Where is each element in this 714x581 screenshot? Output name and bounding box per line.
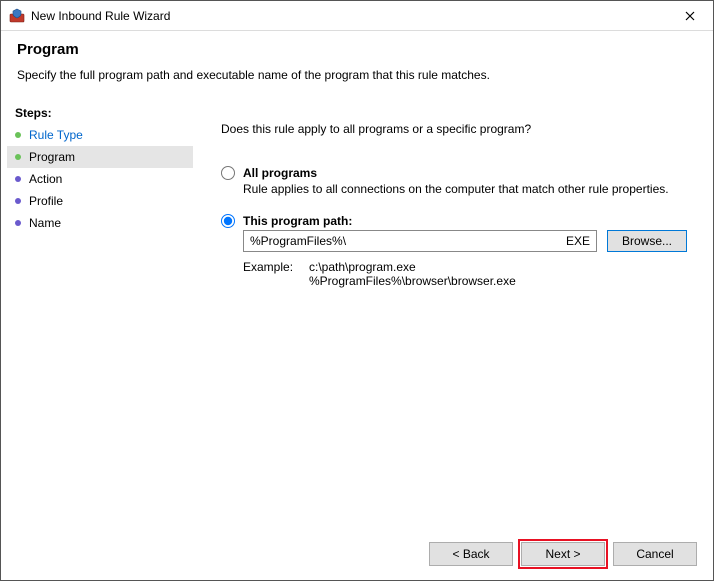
- step-name[interactable]: Name: [7, 212, 193, 234]
- program-path-value: %ProgramFiles%\: [250, 234, 346, 248]
- step-label: Profile: [29, 194, 63, 208]
- steps-sidebar: Steps: Rule Type Program Action Profile …: [1, 98, 193, 580]
- window-title: New Inbound Rule Wizard: [31, 9, 667, 23]
- program-path-input[interactable]: %ProgramFiles%\ EXE: [243, 230, 597, 252]
- next-button[interactable]: Next >: [521, 542, 605, 566]
- question-text: Does this rule apply to all programs or …: [221, 122, 687, 136]
- wizard-header: Program Specify the full program path an…: [1, 31, 713, 94]
- example-path-1: c:\path\program.exe: [309, 260, 516, 274]
- program-path-suffix: EXE: [566, 234, 590, 248]
- example-label: Example:: [243, 260, 309, 288]
- option-all-label: All programs: [243, 166, 317, 180]
- wizard-main: Does this rule apply to all programs or …: [193, 98, 713, 580]
- step-rule-type[interactable]: Rule Type: [7, 124, 193, 146]
- close-button[interactable]: [667, 1, 713, 30]
- step-action[interactable]: Action: [7, 168, 193, 190]
- radio-this-program-path[interactable]: [221, 214, 235, 228]
- wizard-button-bar: < Back Next > Cancel: [429, 542, 697, 566]
- titlebar: New Inbound Rule Wizard: [1, 1, 713, 31]
- option-all-desc: Rule applies to all connections on the c…: [243, 182, 687, 196]
- step-profile[interactable]: Profile: [7, 190, 193, 212]
- firewall-icon: [9, 8, 25, 24]
- step-bullet-icon: [15, 154, 21, 160]
- step-label: Action: [29, 172, 62, 186]
- option-path-label: This program path:: [243, 214, 352, 228]
- step-label: Name: [29, 216, 61, 230]
- example-path-2: %ProgramFiles%\browser\browser.exe: [309, 274, 516, 288]
- step-bullet-icon: [15, 132, 21, 138]
- steps-heading: Steps:: [7, 102, 193, 124]
- step-bullet-icon: [15, 198, 21, 204]
- step-label: Program: [29, 150, 75, 164]
- step-bullet-icon: [15, 220, 21, 226]
- step-link[interactable]: Rule Type: [29, 128, 83, 142]
- option-this-program-path[interactable]: This program path:: [221, 214, 687, 228]
- step-bullet-icon: [15, 176, 21, 182]
- option-all-programs[interactable]: All programs: [221, 166, 687, 180]
- browse-button[interactable]: Browse...: [607, 230, 687, 252]
- cancel-button[interactable]: Cancel: [613, 542, 697, 566]
- back-button[interactable]: < Back: [429, 542, 513, 566]
- page-subtitle: Specify the full program path and execut…: [17, 68, 697, 82]
- radio-all-programs[interactable]: [221, 166, 235, 180]
- step-program[interactable]: Program: [7, 146, 193, 168]
- page-title: Program: [17, 41, 697, 58]
